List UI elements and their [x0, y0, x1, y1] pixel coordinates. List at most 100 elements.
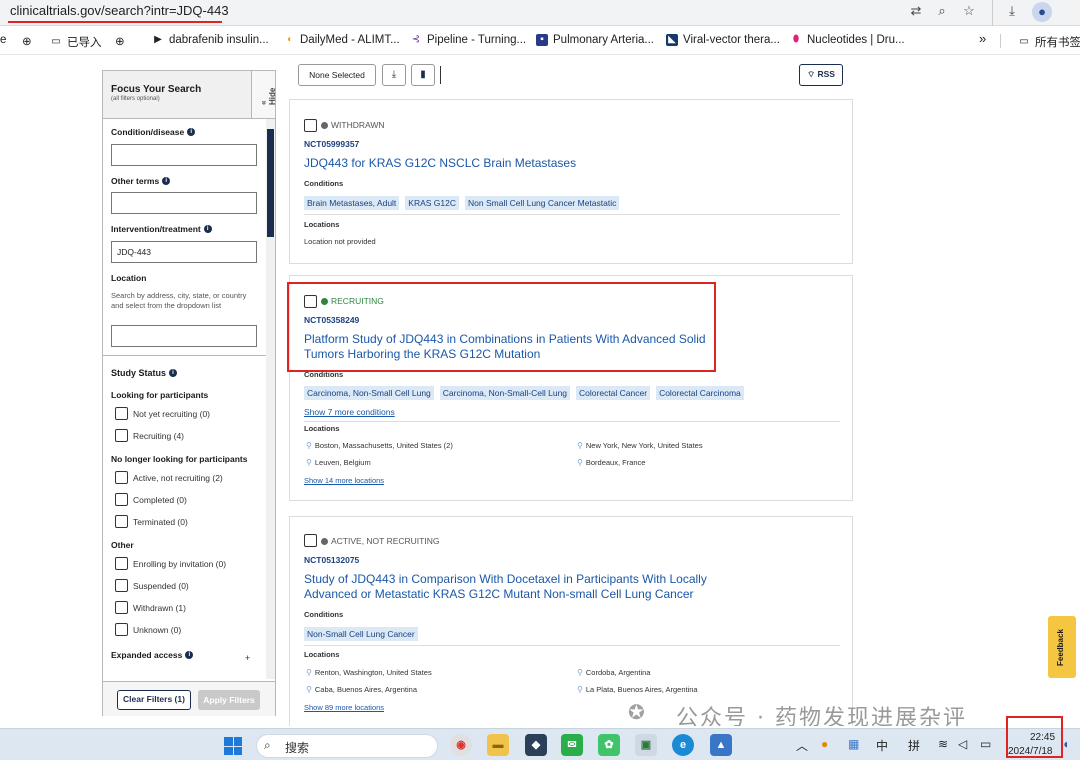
bookmark-nucleotides[interactable]: ⬮ Nucleotides | Dru...	[790, 34, 905, 46]
bookmark-dailymed[interactable]: ◖ DailyMed - ALIMT...	[283, 34, 400, 46]
profile-icon[interactable]: ●	[1032, 2, 1052, 22]
photos-icon[interactable]: ▲	[710, 734, 732, 756]
show-more-locations-link[interactable]: Show 14 more locations	[304, 476, 384, 485]
location-text: Bordeaux, France	[585, 458, 646, 467]
filter-terminated[interactable]: Terminated (0)	[115, 515, 188, 528]
checkbox[interactable]	[115, 579, 128, 592]
condition-input[interactable]	[111, 144, 257, 166]
checkbox[interactable]	[115, 557, 128, 570]
translate-icon[interactable]: ⇄	[906, 3, 926, 19]
wecom-icon[interactable]: ✿	[598, 734, 620, 756]
expanded-access-label[interactable]: Expanded access i	[111, 650, 194, 660]
info-icon[interactable]: i	[169, 369, 178, 377]
locations-heading: Locations	[304, 424, 340, 433]
nct-id[interactable]: NCT05999357	[304, 139, 359, 149]
notification-bell-icon[interactable]: ◖	[1062, 737, 1069, 751]
filter-completed[interactable]: Completed (0)	[115, 493, 187, 506]
qq-icon[interactable]: ●	[821, 737, 828, 751]
address-bar[interactable]: clinicaltrials.gov/search?intr=JDQ-443 ⇄…	[0, 0, 1080, 26]
info-icon[interactable]: i	[162, 177, 171, 185]
condition-tag[interactable]: Colorectal Carcinoma	[656, 386, 744, 400]
battery-icon[interactable]: ▭	[980, 737, 991, 751]
filter-active-not-recruiting[interactable]: Active, not recruiting (2)	[115, 471, 223, 484]
condition-tag[interactable]: Non-Small Cell Lung Cancer	[304, 627, 418, 641]
filter-withdrawn[interactable]: Withdrawn (1)	[115, 601, 186, 614]
feedback-button[interactable]: Feedback	[1048, 616, 1076, 678]
volume-icon[interactable]: ◁	[958, 737, 967, 751]
intervention-input[interactable]: JDQ-443	[111, 241, 257, 263]
checkbox[interactable]	[115, 601, 128, 614]
condition-tag[interactable]: Brain Metastases, Adult	[304, 196, 400, 210]
show-more-conditions-link[interactable]: Show 7 more conditions	[304, 407, 395, 417]
screen-app-icon[interactable]: ▣	[635, 734, 657, 756]
apply-filters-button[interactable]: Apply Filters	[198, 690, 260, 710]
study-title-link[interactable]: JDQ443 for KRAS G12C NSCLC Brain Metasta…	[304, 156, 734, 171]
study-title-link[interactable]: Study of JDQ443 in Comparison With Docet…	[304, 572, 734, 602]
info-icon[interactable]: i	[187, 128, 196, 136]
bookmark-folder-imported[interactable]: ▭ 已导入	[50, 34, 101, 50]
location-item: ⚲ Boston, Massachusetts, United States (2…	[306, 441, 453, 450]
url-text[interactable]: clinicaltrials.gov/search?intr=JDQ-443	[10, 3, 229, 18]
bookmark-pulmonary[interactable]: ▪ Pulmonary Arteria...	[536, 34, 654, 46]
expand-plus-icon[interactable]: +	[245, 653, 250, 663]
bookmark-viral-vector[interactable]: ◣ Viral-vector thera...	[666, 34, 780, 46]
tray-chevron-icon[interactable]: ︿	[796, 737, 808, 754]
file-explorer-icon[interactable]: ▬	[487, 734, 509, 756]
all-bookmarks[interactable]: ▭ 所有书签	[1018, 34, 1080, 50]
wifi-icon[interactable]: ≋	[938, 737, 948, 751]
location-input[interactable]	[111, 325, 257, 347]
checkbox[interactable]	[115, 515, 128, 528]
filter-not-yet-recruiting[interactable]: Not yet recruiting (0)	[115, 407, 210, 420]
filter-unknown[interactable]: Unknown (0)	[115, 623, 181, 636]
hide-button[interactable]: « Hide	[251, 71, 277, 118]
condition-tag[interactable]: KRAS G12C	[405, 196, 460, 210]
bookmark-icon[interactable]: ▮	[411, 64, 435, 86]
globe-icon[interactable]: ⊕	[115, 34, 125, 48]
show-more-locations-link[interactable]: Show 89 more locations	[304, 703, 384, 712]
ime-chinese[interactable]: 中	[876, 737, 888, 754]
status-badge: ACTIVE, NOT RECRUITING	[321, 536, 439, 546]
sidebar-scrollbar[interactable]	[266, 119, 275, 679]
zoom-icon[interactable]: ⌕	[932, 3, 952, 19]
cat-app-icon[interactable]: ◆	[525, 734, 547, 756]
rss-button[interactable]: ⌔ RSS	[799, 64, 843, 86]
taskbar-search[interactable]: 搜索	[256, 734, 438, 758]
filter-recruiting[interactable]: Recruiting (4)	[115, 429, 184, 442]
bookmark-pipeline[interactable]: ⊰ Pipeline - Turning...	[410, 34, 526, 46]
other-terms-input[interactable]	[111, 192, 257, 214]
globe-icon[interactable]: ⊕	[22, 34, 32, 48]
filter-enrolling-by-invitation[interactable]: Enrolling by invitation (0)	[115, 557, 226, 570]
study-checkbox[interactable]	[304, 534, 317, 547]
info-icon[interactable]: i	[185, 651, 194, 659]
info-icon[interactable]: i	[203, 225, 212, 233]
star-icon[interactable]: ☆	[959, 3, 979, 19]
clear-filters-button[interactable]: Clear Filters (1)	[117, 690, 191, 710]
bookmarks-overflow[interactable]: »	[979, 31, 986, 46]
checkbox[interactable]	[115, 429, 128, 442]
checkbox[interactable]	[115, 471, 128, 484]
wechat-icon[interactable]: ✉	[561, 734, 583, 756]
scrollbar-thumb[interactable]	[267, 129, 274, 237]
selection-dropdown[interactable]: None Selected	[298, 64, 376, 86]
chrome-icon[interactable]: ◉	[450, 734, 472, 756]
ime-pinyin[interactable]: 拼	[908, 737, 920, 754]
windows-start-icon[interactable]	[224, 737, 242, 755]
no-longer-label: No longer looking for participants	[111, 454, 248, 464]
tray-app-icon[interactable]: ▦	[848, 737, 859, 751]
download-icon[interactable]: ⤓	[382, 64, 406, 86]
filter-suspended[interactable]: Suspended (0)	[115, 579, 189, 592]
condition-tag[interactable]: Colorectal Cancer	[576, 386, 651, 400]
bookmark-dabrafenib[interactable]: ▶ dabrafenib insulin...	[152, 34, 269, 46]
checkbox[interactable]	[115, 623, 128, 636]
conditions-list: Non-Small Cell Lung Cancer	[304, 627, 418, 641]
condition-tag[interactable]: Carcinoma, Non-Small Cell Lung	[304, 386, 434, 400]
bookmark-cut[interactable]: e	[0, 34, 6, 46]
condition-tag[interactable]: Non Small Cell Lung Cancer Metastatic	[465, 196, 620, 210]
edge-icon[interactable]: e	[672, 734, 694, 756]
download-icon[interactable]: ⤓	[1002, 3, 1022, 19]
nct-id[interactable]: NCT05132075	[304, 555, 359, 565]
condition-tag[interactable]: Carcinoma, Non-Small-Cell Lung	[439, 386, 571, 400]
checkbox[interactable]	[115, 493, 128, 506]
study-checkbox[interactable]	[304, 119, 317, 132]
checkbox[interactable]	[115, 407, 128, 420]
